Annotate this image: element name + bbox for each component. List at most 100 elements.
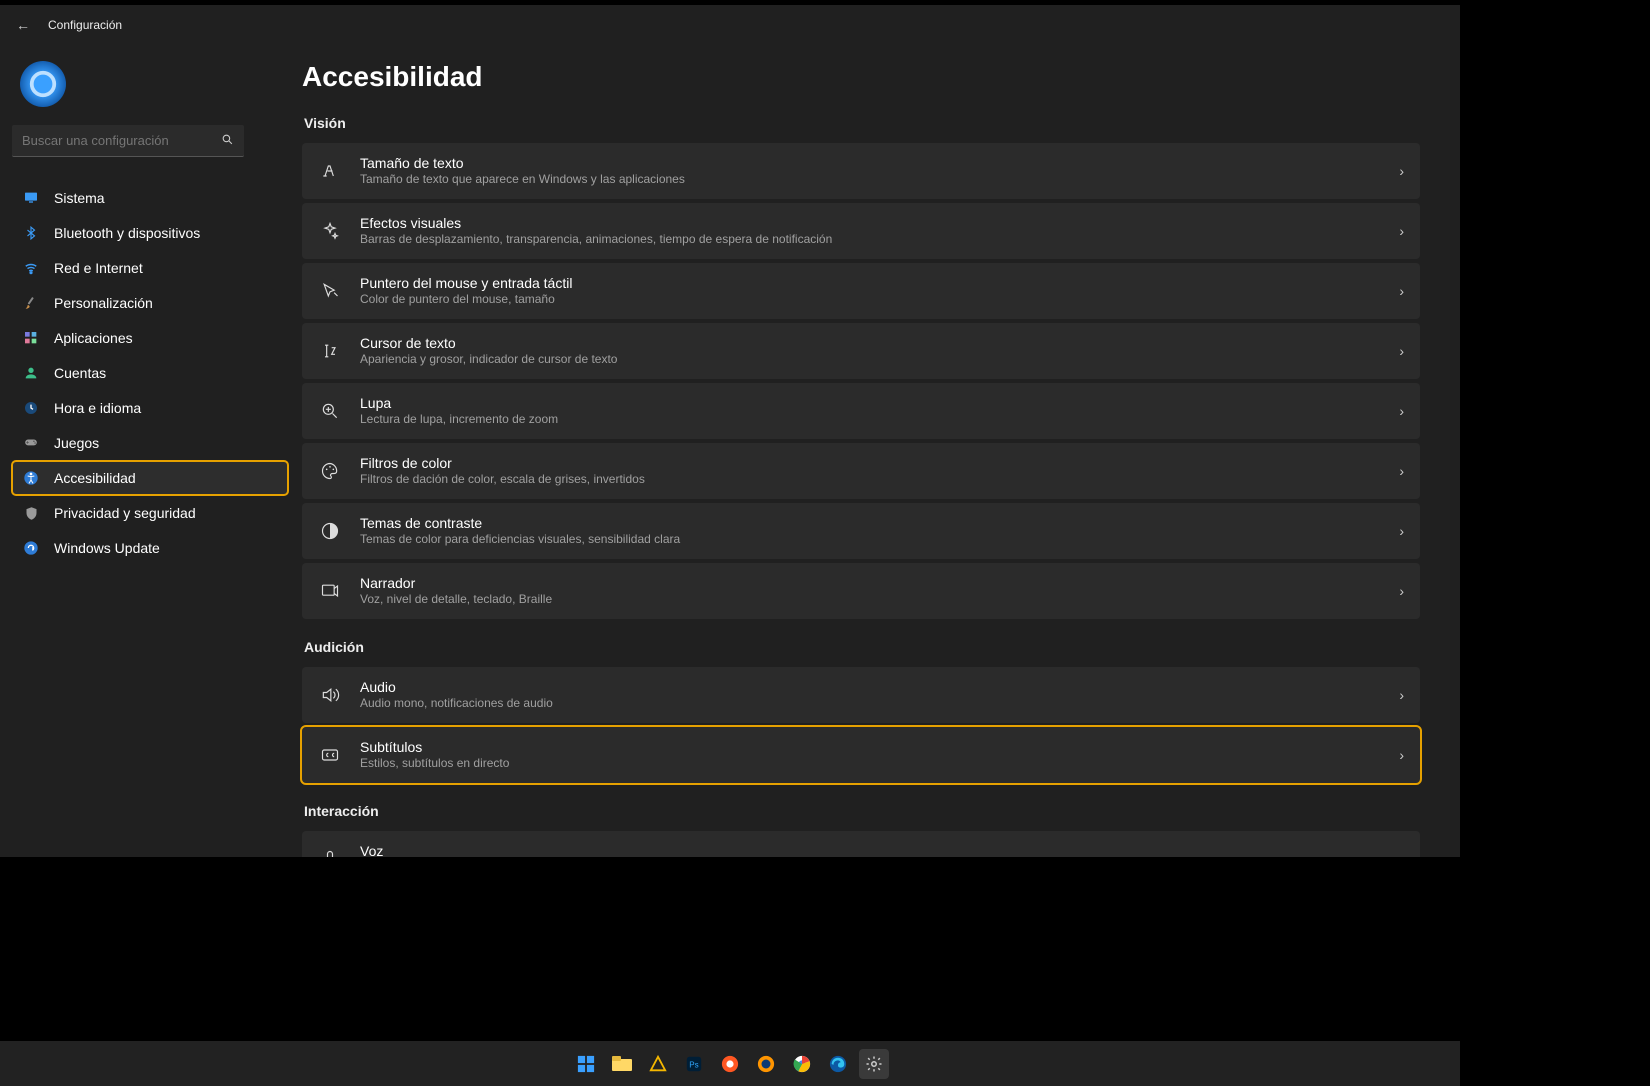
window-title: Configuración — [48, 18, 122, 32]
chevron-right-icon: › — [1399, 283, 1404, 299]
card-title: Puntero del mouse y entrada táctil — [360, 275, 1399, 293]
clock-icon — [22, 399, 40, 417]
narrator-icon — [318, 579, 342, 603]
palette-icon — [318, 459, 342, 483]
card-title: Voz — [360, 843, 1399, 857]
card-subtitle: Barras de desplazamiento, transparencia,… — [360, 232, 1399, 247]
sidebar-item-shield[interactable]: Privacidad y seguridad — [12, 496, 288, 530]
sidebar-item-apps[interactable]: Aplicaciones — [12, 321, 288, 355]
chevron-right-icon: › — [1399, 163, 1404, 179]
brush-icon — [22, 294, 40, 312]
card-text[interactable]: Tamaño de textoTamaño de texto que apare… — [302, 143, 1420, 199]
chevron-right-icon: › — [1399, 403, 1404, 419]
card-palette[interactable]: Filtros de colorFiltros de dación de col… — [302, 443, 1420, 499]
chevron-right-icon: › — [1399, 747, 1404, 763]
text-icon — [318, 159, 342, 183]
card-subtitle: Color de puntero del mouse, tamaño — [360, 292, 1399, 307]
update-icon — [22, 539, 40, 557]
nav-list: Sistema Bluetooth y dispositivos Red e Int… — [12, 181, 288, 565]
card-title: Lupa — [360, 395, 1399, 413]
sidebar-item-label: Juegos — [54, 435, 99, 451]
speaker-icon — [318, 683, 342, 707]
avatar[interactable] — [20, 61, 66, 107]
taskbar-app-1[interactable] — [643, 1049, 673, 1079]
card-subtitle: Voz, nivel de detalle, teclado, Braille — [360, 592, 1399, 607]
search-input-wrap[interactable] — [12, 125, 244, 157]
sidebar-item-update[interactable]: Windows Update — [12, 531, 288, 565]
mic-icon — [318, 847, 342, 857]
section-label: Interacción — [304, 803, 1420, 819]
sidebar-item-label: Windows Update — [54, 540, 160, 556]
chevron-right-icon: › — [1399, 523, 1404, 539]
taskbar-settings[interactable] — [859, 1049, 889, 1079]
card-sparkle[interactable]: Efectos visualesBarras de desplazamiento… — [302, 203, 1420, 259]
sidebar-item-bluetooth[interactable]: Bluetooth y dispositivos — [12, 216, 288, 250]
chevron-right-icon: › — [1399, 583, 1404, 599]
card-narrator[interactable]: NarradorVoz, nivel de detalle, teclado, … — [302, 563, 1420, 619]
card-title: Efectos visuales — [360, 215, 1399, 233]
card-cursor[interactable]: Cursor de textoApariencia y grosor, indi… — [302, 323, 1420, 379]
pointer-icon — [318, 279, 342, 303]
taskbar-start[interactable] — [571, 1049, 601, 1079]
card-subtitle: Lectura de lupa, incremento de zoom — [360, 412, 1399, 427]
card-title: Narrador — [360, 575, 1399, 593]
taskbar: Ps — [0, 1041, 1460, 1086]
card-contrast[interactable]: Temas de contrasteTemas de color para de… — [302, 503, 1420, 559]
chevron-right-icon: › — [1399, 343, 1404, 359]
sidebar-item-label: Privacidad y seguridad — [54, 505, 196, 521]
back-icon[interactable]: ← — [16, 17, 30, 33]
card-cc[interactable]: SubtítulosEstilos, subtítulos en directo… — [302, 727, 1420, 783]
cc-icon — [318, 743, 342, 767]
page-title: Accesibilidad — [302, 61, 1420, 93]
card-pointer[interactable]: Puntero del mouse y entrada táctilColor … — [302, 263, 1420, 319]
sidebar-item-label: Hora e idioma — [54, 400, 141, 416]
person-icon — [22, 364, 40, 382]
taskbar-explorer[interactable] — [607, 1049, 637, 1079]
sidebar-item-gamepad[interactable]: Juegos — [12, 426, 288, 460]
card-subtitle: Apariencia y grosor, indicador de cursor… — [360, 352, 1399, 367]
sidebar-item-label: Bluetooth y dispositivos — [54, 225, 200, 241]
taskbar-edge[interactable] — [823, 1049, 853, 1079]
sidebar-item-clock[interactable]: Hora e idioma — [12, 391, 288, 425]
card-title: Cursor de texto — [360, 335, 1399, 353]
settings-window: ← Configuración Sistema Bluetooth y dispo… — [0, 5, 1460, 857]
card-title: Tamaño de texto — [360, 155, 1399, 173]
sidebar-item-wifi[interactable]: Red e Internet — [12, 251, 288, 285]
sidebar-item-label: Aplicaciones — [54, 330, 133, 346]
card-mic[interactable]: VozAcceso por voz, dictado por voz, Reco… — [302, 831, 1420, 857]
sidebar-item-person[interactable]: Cuentas — [12, 356, 288, 390]
search-icon — [221, 133, 234, 149]
chevron-right-icon: › — [1399, 851, 1404, 857]
sidebar-item-label: Cuentas — [54, 365, 106, 381]
bluetooth-icon — [22, 224, 40, 242]
card-zoom[interactable]: LupaLectura de lupa, incremento de zoom› — [302, 383, 1420, 439]
taskbar-app-2[interactable]: Ps — [679, 1049, 709, 1079]
section-label: Audición — [304, 639, 1420, 655]
card-subtitle: Estilos, subtítulos en directo — [360, 756, 1399, 771]
cursor-icon — [318, 339, 342, 363]
card-subtitle: Temas de color para deficiencias visuale… — [360, 532, 1399, 547]
taskbar-app-3[interactable] — [715, 1049, 745, 1079]
svg-text:Ps: Ps — [689, 1060, 698, 1069]
section-label: Visión — [304, 115, 1420, 131]
chevron-right-icon: › — [1399, 463, 1404, 479]
shield-icon — [22, 504, 40, 522]
titlebar: ← Configuración — [0, 5, 1460, 45]
sidebar-item-label: Red e Internet — [54, 260, 143, 276]
card-title: Audio — [360, 679, 1399, 697]
card-subtitle: Tamaño de texto que aparece en Windows y… — [360, 172, 1399, 187]
sidebar-item-accessibility[interactable]: Accesibilidad — [12, 461, 288, 495]
card-subtitle: Audio mono, notificaciones de audio — [360, 696, 1399, 711]
sidebar-item-monitor[interactable]: Sistema — [12, 181, 288, 215]
gamepad-icon — [22, 434, 40, 452]
card-speaker[interactable]: AudioAudio mono, notificaciones de audio… — [302, 667, 1420, 723]
search-input[interactable] — [22, 133, 221, 148]
sidebar-item-brush[interactable]: Personalización — [12, 286, 288, 320]
taskbar-chrome[interactable] — [787, 1049, 817, 1079]
card-title: Subtítulos — [360, 739, 1399, 757]
zoom-icon — [318, 399, 342, 423]
wifi-icon — [22, 259, 40, 277]
card-title: Filtros de color — [360, 455, 1399, 473]
chevron-right-icon: › — [1399, 687, 1404, 703]
taskbar-app-4[interactable] — [751, 1049, 781, 1079]
